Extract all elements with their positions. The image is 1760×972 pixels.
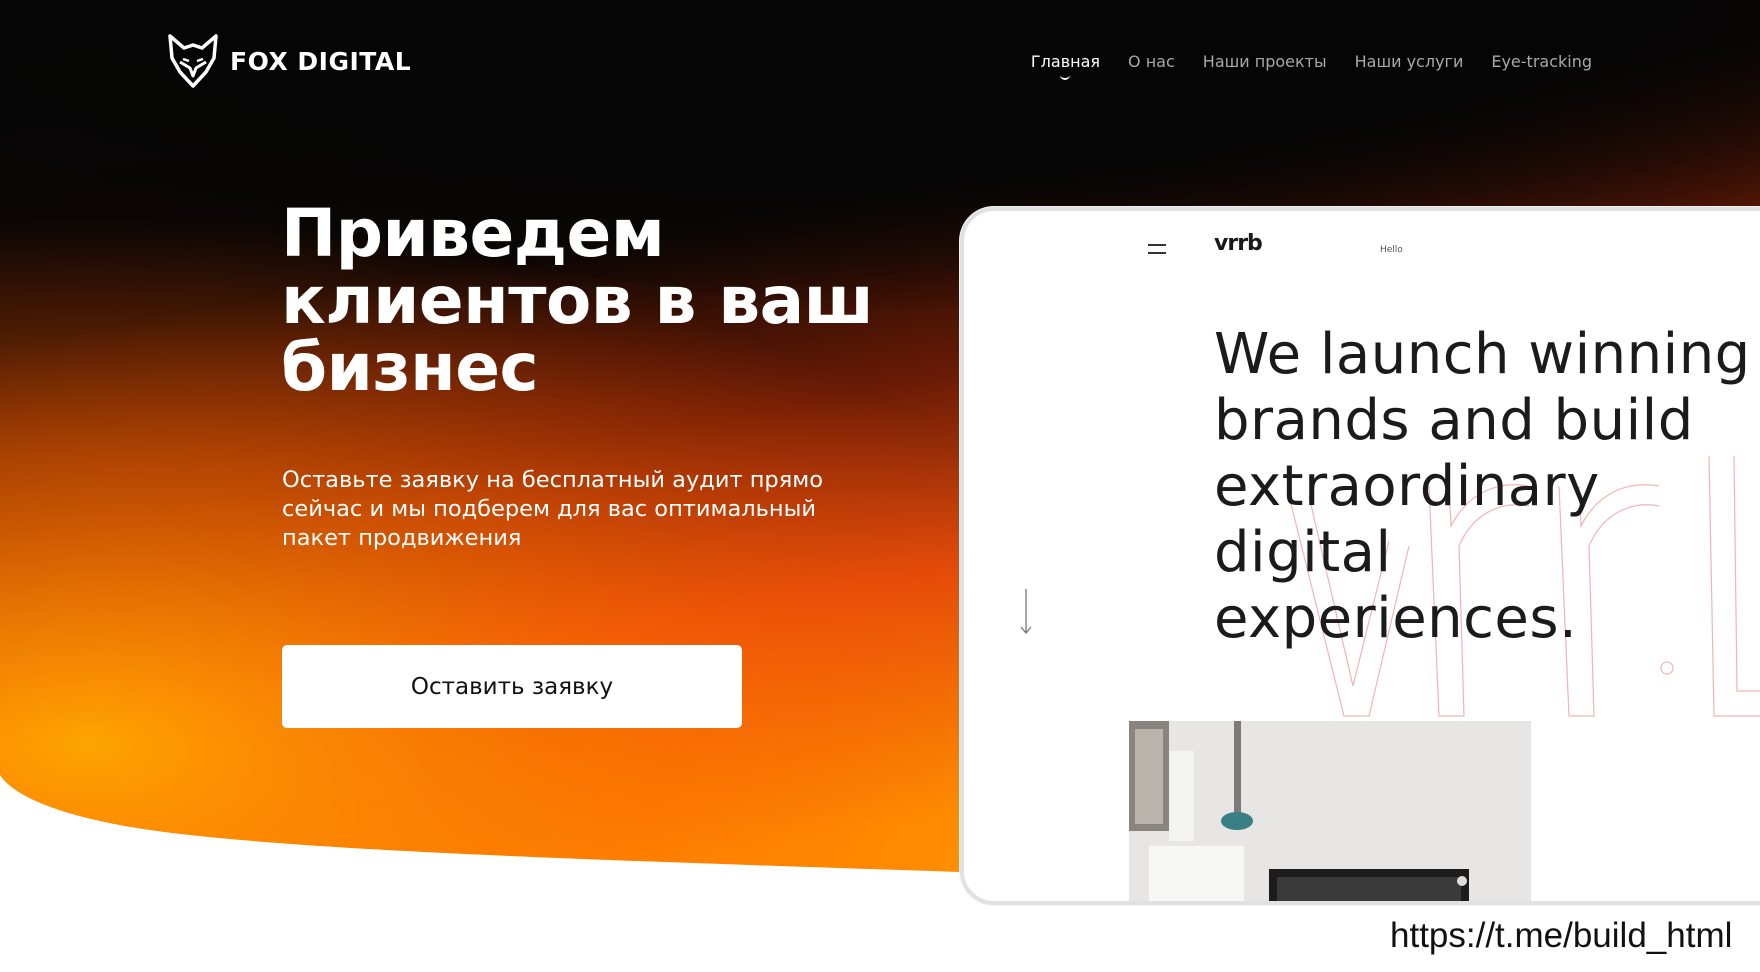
- mockup-headline: We launch winning brands and build extra…: [1214, 322, 1760, 652]
- logo[interactable]: FOX DIGITAL: [166, 32, 411, 90]
- submit-request-button[interactable]: Оставить заявку: [282, 645, 742, 728]
- mockup-headline-line: brands and build: [1214, 388, 1694, 453]
- page: FOX DIGITAL Главная О нас Наши проекты Н…: [0, 0, 1760, 972]
- nav-item-label: О нас: [1128, 52, 1175, 71]
- site-header: FOX DIGITAL Главная О нас Наши проекты Н…: [0, 0, 1760, 130]
- hero-title-line: клиентов в ваш: [281, 262, 874, 339]
- hero-subtitle: Оставьте заявку на бесплатный аудит прям…: [282, 467, 823, 551]
- hamburger-icon: [1148, 244, 1166, 254]
- down-arrow-icon: [1020, 589, 1032, 635]
- hero-title: Приведем клиентов в ваш бизнес: [281, 200, 921, 401]
- mockup-photo: [1129, 721, 1531, 901]
- fox-head-icon: [168, 34, 218, 88]
- nav-item-projects[interactable]: Наши проекты: [1203, 52, 1327, 71]
- mockup-headline-line: experiences.: [1214, 586, 1578, 651]
- nav-item-label: Главная: [1030, 52, 1101, 71]
- nav-item-label: Eye-tracking: [1491, 52, 1592, 71]
- bottom-url-caption[interactable]: https://t.me/build_html: [1390, 916, 1732, 956]
- tablet-mockup: vrrb Hello We launch winning brands and …: [960, 207, 1760, 905]
- mockup-headline-line: extraordinary: [1214, 454, 1600, 519]
- active-indicator: [1060, 75, 1071, 80]
- mockup-headline-line: We launch winning: [1214, 322, 1751, 387]
- nav-item-home[interactable]: Главная: [1030, 52, 1101, 80]
- hero-title-line: Приведем: [281, 195, 665, 272]
- mockup-hello: Hello: [1380, 245, 1403, 255]
- mockup-screen: vrrb Hello We launch winning brands and …: [964, 211, 1760, 901]
- hero-title-line: бизнес: [281, 329, 539, 406]
- mockup-brand: vrrb: [1214, 231, 1263, 256]
- nav-item-about[interactable]: О нас: [1128, 52, 1175, 71]
- mockup-headline-line: digital: [1214, 520, 1392, 585]
- logo-text: FOX DIGITAL: [230, 46, 412, 76]
- workspace-photo-icon: [1129, 721, 1531, 901]
- nav-item-services[interactable]: Наши услуги: [1355, 52, 1464, 71]
- main-nav: Главная О нас Наши проекты Наши услуги E…: [1030, 52, 1592, 80]
- nav-item-eye-tracking[interactable]: Eye-tracking: [1491, 52, 1592, 71]
- nav-item-label: Наши проекты: [1202, 52, 1327, 71]
- nav-item-label: Наши услуги: [1354, 52, 1464, 71]
